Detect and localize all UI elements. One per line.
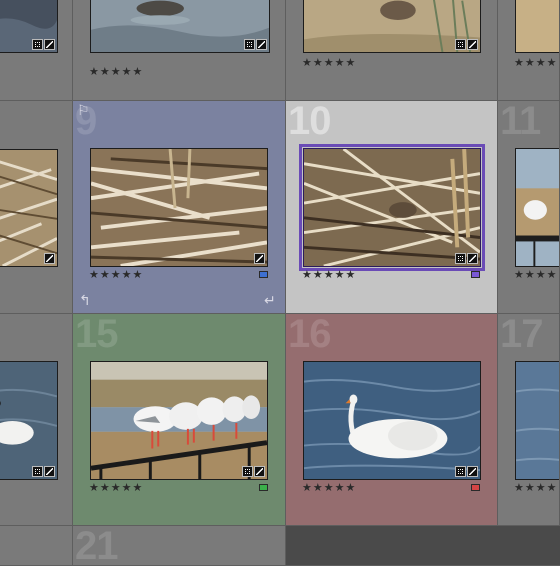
star-rating[interactable]: ★★★★★ xyxy=(89,482,143,494)
develop-adjust-icon[interactable] xyxy=(44,466,55,477)
develop-adjust-icon[interactable] xyxy=(467,466,478,477)
cell-index-number: 21 xyxy=(75,526,118,566)
photo-thumbnail[interactable] xyxy=(0,361,58,480)
develop-adjust-icon[interactable] xyxy=(254,253,265,264)
grid-cell-r1c3[interactable]: ★★★★ xyxy=(498,0,560,101)
star-rating[interactable]: ★★★★★ xyxy=(302,269,356,281)
star-rating[interactable]: ★★★★★ xyxy=(302,57,356,69)
flag-icon[interactable]: ⚐ xyxy=(77,103,90,117)
color-label-purple[interactable] xyxy=(471,271,480,278)
rotate-left-icon[interactable]: ↰ xyxy=(79,293,91,307)
color-label-red[interactable] xyxy=(471,484,480,491)
star-rating[interactable]: ★★★★★ xyxy=(302,482,356,494)
grid-cell-r4c1[interactable]: 21 xyxy=(73,526,286,566)
star-rating[interactable]: ★★★★★ xyxy=(89,269,143,281)
star-rating[interactable]: ★★★★ xyxy=(514,269,557,281)
grid-cell-r3c3[interactable]: 17 ★★★★ xyxy=(498,314,560,526)
star-rating[interactable]: ★★★★ xyxy=(514,482,557,494)
photo-thumbnail-selected[interactable] xyxy=(299,144,485,271)
cell-index-number: 16 xyxy=(288,314,331,356)
grid-cell-r2c1[interactable]: 9 ⚐ ★★★★★ ↰ ↵ xyxy=(73,101,286,314)
cell-index-number: 11 xyxy=(500,101,541,143)
grid-cell-r3c2[interactable]: 16 ★★★★★ xyxy=(286,314,498,526)
grid-cell-r1c0[interactable] xyxy=(0,0,73,101)
photo-thumbnail[interactable] xyxy=(515,148,559,267)
develop-adjust-icon[interactable] xyxy=(254,466,265,477)
grid-cell-r2c0[interactable] xyxy=(0,101,73,314)
develop-adjust-icon[interactable] xyxy=(44,253,55,264)
star-rating[interactable]: ★★★★★ xyxy=(89,66,143,78)
develop-adjust-icon[interactable] xyxy=(256,39,267,50)
develop-adjust-icon[interactable] xyxy=(44,39,55,50)
photo-thumbnail[interactable] xyxy=(0,149,58,267)
metadata-icon[interactable] xyxy=(32,466,43,477)
metadata-icon[interactable] xyxy=(244,39,255,50)
grid-cell-r1c2[interactable]: ★★★★★ xyxy=(286,0,498,101)
grid-empty-area xyxy=(286,526,560,566)
star-rating[interactable]: ★★★★ xyxy=(514,57,557,69)
metadata-icon[interactable] xyxy=(455,253,466,264)
rotate-right-icon[interactable]: ↵ xyxy=(264,293,276,307)
photo-thumbnail[interactable] xyxy=(0,0,58,53)
cell-index-number: 10 xyxy=(288,101,331,143)
grid-cell-r4c0[interactable] xyxy=(0,526,73,566)
photo-thumbnail[interactable] xyxy=(90,0,270,53)
grid-cell-r2c2[interactable]: 10 ★★★★★ xyxy=(286,101,498,314)
cell-index-number: 17 xyxy=(500,314,543,356)
metadata-icon[interactable] xyxy=(455,466,466,477)
develop-adjust-icon[interactable] xyxy=(467,39,478,50)
color-label-blue[interactable] xyxy=(259,271,268,278)
grid-cell-r3c1[interactable]: 15 ★★★★★ xyxy=(73,314,286,526)
grid-cell-r3c0[interactable] xyxy=(0,314,73,526)
photo-thumbnail[interactable] xyxy=(515,361,559,480)
develop-adjust-icon[interactable] xyxy=(467,253,478,264)
photo-thumbnail[interactable] xyxy=(90,361,268,480)
photo-thumbnail[interactable] xyxy=(90,148,268,267)
photo-thumbnail[interactable] xyxy=(515,0,559,53)
color-label-green[interactable] xyxy=(259,484,268,491)
grid-cell-r1c1[interactable]: ★★★★★ xyxy=(73,0,286,101)
metadata-icon[interactable] xyxy=(242,466,253,477)
photo-thumbnail[interactable] xyxy=(303,0,481,53)
grid-cell-r2c3[interactable]: 11 ★★★★ xyxy=(498,101,560,314)
metadata-icon[interactable] xyxy=(32,39,43,50)
photo-thumbnail[interactable] xyxy=(303,361,481,480)
cell-index-number: 15 xyxy=(75,314,118,356)
metadata-icon[interactable] xyxy=(455,39,466,50)
